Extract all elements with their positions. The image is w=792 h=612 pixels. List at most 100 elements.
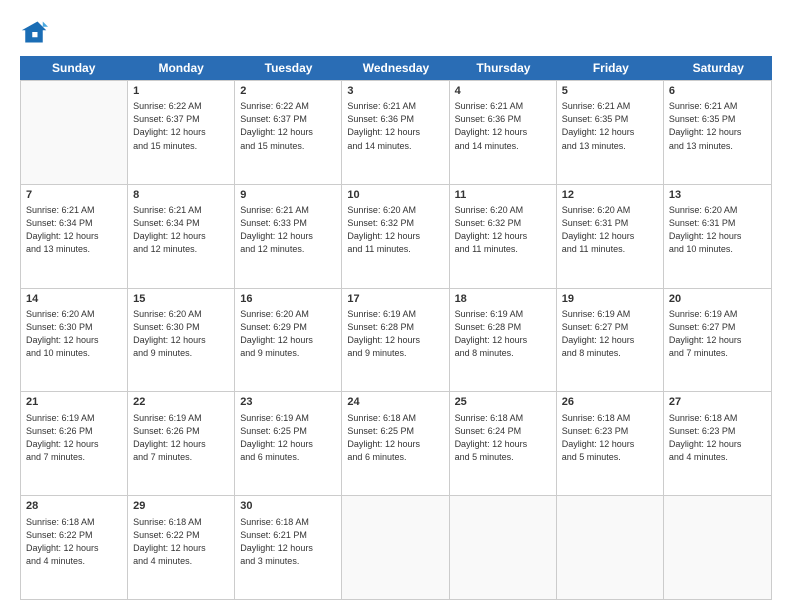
day-number: 16 (240, 292, 336, 307)
header-day-saturday: Saturday (665, 56, 772, 80)
calendar-row-2: 7 Sunrise: 6:21 AM Sunset: 6:34 PM Daylig… (21, 184, 771, 288)
calendar-cell: 27 Sunrise: 6:18 AM Sunset: 6:23 PM Dayli… (664, 392, 771, 495)
day-info: Sunrise: 6:19 AM Sunset: 6:27 PM Dayligh… (562, 308, 658, 360)
day-number: 18 (455, 292, 551, 307)
day-info: Sunrise: 6:18 AM Sunset: 6:25 PM Dayligh… (347, 412, 443, 464)
day-info: Sunrise: 6:19 AM Sunset: 6:26 PM Dayligh… (133, 412, 229, 464)
day-info: Sunrise: 6:19 AM Sunset: 6:26 PM Dayligh… (26, 412, 122, 464)
day-number: 14 (26, 292, 122, 307)
calendar-cell (21, 81, 128, 184)
calendar-cell: 18Sunrise: 6:19 AM Sunset: 6:28 PM Dayli… (450, 289, 557, 392)
day-number: 23 (240, 395, 336, 410)
day-info: Sunrise: 6:18 AM Sunset: 6:23 PM Dayligh… (562, 412, 658, 464)
calendar-cell: 21 Sunrise: 6:19 AM Sunset: 6:26 PM Dayli… (21, 392, 128, 495)
calendar-cell: 29 Sunrise: 6:18 AM Sunset: 6:22 PM Dayli… (128, 496, 235, 599)
calendar-cell: 28 Sunrise: 6:18 AM Sunset: 6:22 PM Dayli… (21, 496, 128, 599)
calendar-cell: 7Sunrise: 6:21 AM Sunset: 6:34 PM Daylig… (21, 185, 128, 288)
day-info: Sunrise: 6:20 AM Sunset: 6:30 PM Dayligh… (133, 308, 229, 360)
day-info: Sunrise: 6:18 AM Sunset: 6:22 PM Dayligh… (133, 516, 229, 568)
day-number: 8 (133, 188, 229, 203)
day-number: 7 (26, 188, 122, 203)
day-info: Sunrise: 6:20 AM Sunset: 6:30 PM Dayligh… (26, 308, 122, 360)
day-info: Sunrise: 6:19 AM Sunset: 6:28 PM Dayligh… (347, 308, 443, 360)
day-info: Sunrise: 6:22 AM Sunset: 6:37 PM Dayligh… (240, 100, 336, 152)
calendar-row-5: 28 Sunrise: 6:18 AM Sunset: 6:22 PM Dayli… (21, 495, 771, 599)
day-info: Sunrise: 6:20 AM Sunset: 6:32 PM Dayligh… (347, 204, 443, 256)
page: SundayMondayTuesdayWednesdayThursdayFrid… (0, 0, 792, 612)
day-number: 19 (562, 292, 658, 307)
calendar-cell: 12Sunrise: 6:20 AM Sunset: 6:31 PM Dayli… (557, 185, 664, 288)
calendar-cell: 16Sunrise: 6:20 AM Sunset: 6:29 PM Dayli… (235, 289, 342, 392)
day-info: Sunrise: 6:18 AM Sunset: 6:23 PM Dayligh… (669, 412, 766, 464)
day-info: Sunrise: 6:21 AM Sunset: 6:36 PM Dayligh… (347, 100, 443, 152)
day-info: Sunrise: 6:21 AM Sunset: 6:34 PM Dayligh… (133, 204, 229, 256)
day-info: Sunrise: 6:21 AM Sunset: 6:33 PM Dayligh… (240, 204, 336, 256)
day-info: Sunrise: 6:20 AM Sunset: 6:29 PM Dayligh… (240, 308, 336, 360)
day-info: Sunrise: 6:18 AM Sunset: 6:24 PM Dayligh… (455, 412, 551, 464)
day-info: Sunrise: 6:18 AM Sunset: 6:22 PM Dayligh… (26, 516, 122, 568)
header-day-monday: Monday (127, 56, 234, 80)
header (20, 18, 772, 46)
day-info: Sunrise: 6:22 AM Sunset: 6:37 PM Dayligh… (133, 100, 229, 152)
calendar-cell: 19Sunrise: 6:19 AM Sunset: 6:27 PM Dayli… (557, 289, 664, 392)
day-info: Sunrise: 6:18 AM Sunset: 6:21 PM Dayligh… (240, 516, 336, 568)
calendar-cell: 11Sunrise: 6:20 AM Sunset: 6:32 PM Dayli… (450, 185, 557, 288)
calendar-cell: 30 Sunrise: 6:18 AM Sunset: 6:21 PM Dayli… (235, 496, 342, 599)
calendar-cell: 9Sunrise: 6:21 AM Sunset: 6:33 PM Daylig… (235, 185, 342, 288)
day-number: 25 (455, 395, 551, 410)
day-number: 10 (347, 188, 443, 203)
calendar-cell: 6Sunrise: 6:21 AM Sunset: 6:35 PM Daylig… (664, 81, 771, 184)
header-day-tuesday: Tuesday (235, 56, 342, 80)
calendar-cell: 13Sunrise: 6:20 AM Sunset: 6:31 PM Dayli… (664, 185, 771, 288)
day-info: Sunrise: 6:19 AM Sunset: 6:25 PM Dayligh… (240, 412, 336, 464)
day-number: 22 (133, 395, 229, 410)
day-number: 3 (347, 84, 443, 99)
logo (20, 18, 52, 46)
day-number: 5 (562, 84, 658, 99)
day-number: 9 (240, 188, 336, 203)
calendar-cell: 24 Sunrise: 6:18 AM Sunset: 6:25 PM Dayli… (342, 392, 449, 495)
day-info: Sunrise: 6:20 AM Sunset: 6:32 PM Dayligh… (455, 204, 551, 256)
calendar-cell: 22 Sunrise: 6:19 AM Sunset: 6:26 PM Dayli… (128, 392, 235, 495)
day-info: Sunrise: 6:19 AM Sunset: 6:28 PM Dayligh… (455, 308, 551, 360)
day-number: 2 (240, 84, 336, 99)
calendar-cell: 15Sunrise: 6:20 AM Sunset: 6:30 PM Dayli… (128, 289, 235, 392)
day-number: 20 (669, 292, 766, 307)
header-day-friday: Friday (557, 56, 664, 80)
header-day-sunday: Sunday (20, 56, 127, 80)
day-info: Sunrise: 6:21 AM Sunset: 6:36 PM Dayligh… (455, 100, 551, 152)
calendar-cell: 25 Sunrise: 6:18 AM Sunset: 6:24 PM Dayli… (450, 392, 557, 495)
day-info: Sunrise: 6:20 AM Sunset: 6:31 PM Dayligh… (562, 204, 658, 256)
day-number: 29 (133, 499, 229, 514)
day-number: 28 (26, 499, 122, 514)
day-number: 4 (455, 84, 551, 99)
day-number: 1 (133, 84, 229, 99)
day-info: Sunrise: 6:19 AM Sunset: 6:27 PM Dayligh… (669, 308, 766, 360)
calendar-cell: 2Sunrise: 6:22 AM Sunset: 6:37 PM Daylig… (235, 81, 342, 184)
day-info: Sunrise: 6:20 AM Sunset: 6:31 PM Dayligh… (669, 204, 766, 256)
calendar-header: SundayMondayTuesdayWednesdayThursdayFrid… (20, 56, 772, 80)
calendar-cell: 5Sunrise: 6:21 AM Sunset: 6:35 PM Daylig… (557, 81, 664, 184)
day-number: 21 (26, 395, 122, 410)
day-number: 24 (347, 395, 443, 410)
calendar: SundayMondayTuesdayWednesdayThursdayFrid… (20, 56, 772, 600)
calendar-cell: 4Sunrise: 6:21 AM Sunset: 6:36 PM Daylig… (450, 81, 557, 184)
calendar-cell: 20Sunrise: 6:19 AM Sunset: 6:27 PM Dayli… (664, 289, 771, 392)
day-number: 6 (669, 84, 766, 99)
day-number: 13 (669, 188, 766, 203)
calendar-cell (664, 496, 771, 599)
header-day-wednesday: Wednesday (342, 56, 449, 80)
calendar-cell (342, 496, 449, 599)
calendar-body: 1Sunrise: 6:22 AM Sunset: 6:37 PM Daylig… (20, 80, 772, 600)
day-number: 27 (669, 395, 766, 410)
day-number: 12 (562, 188, 658, 203)
logo-icon (20, 18, 48, 46)
day-number: 30 (240, 499, 336, 514)
calendar-cell (557, 496, 664, 599)
day-number: 17 (347, 292, 443, 307)
calendar-row-4: 21 Sunrise: 6:19 AM Sunset: 6:26 PM Dayli… (21, 391, 771, 495)
calendar-cell (450, 496, 557, 599)
calendar-cell: 17Sunrise: 6:19 AM Sunset: 6:28 PM Dayli… (342, 289, 449, 392)
day-number: 26 (562, 395, 658, 410)
calendar-cell: 14Sunrise: 6:20 AM Sunset: 6:30 PM Dayli… (21, 289, 128, 392)
